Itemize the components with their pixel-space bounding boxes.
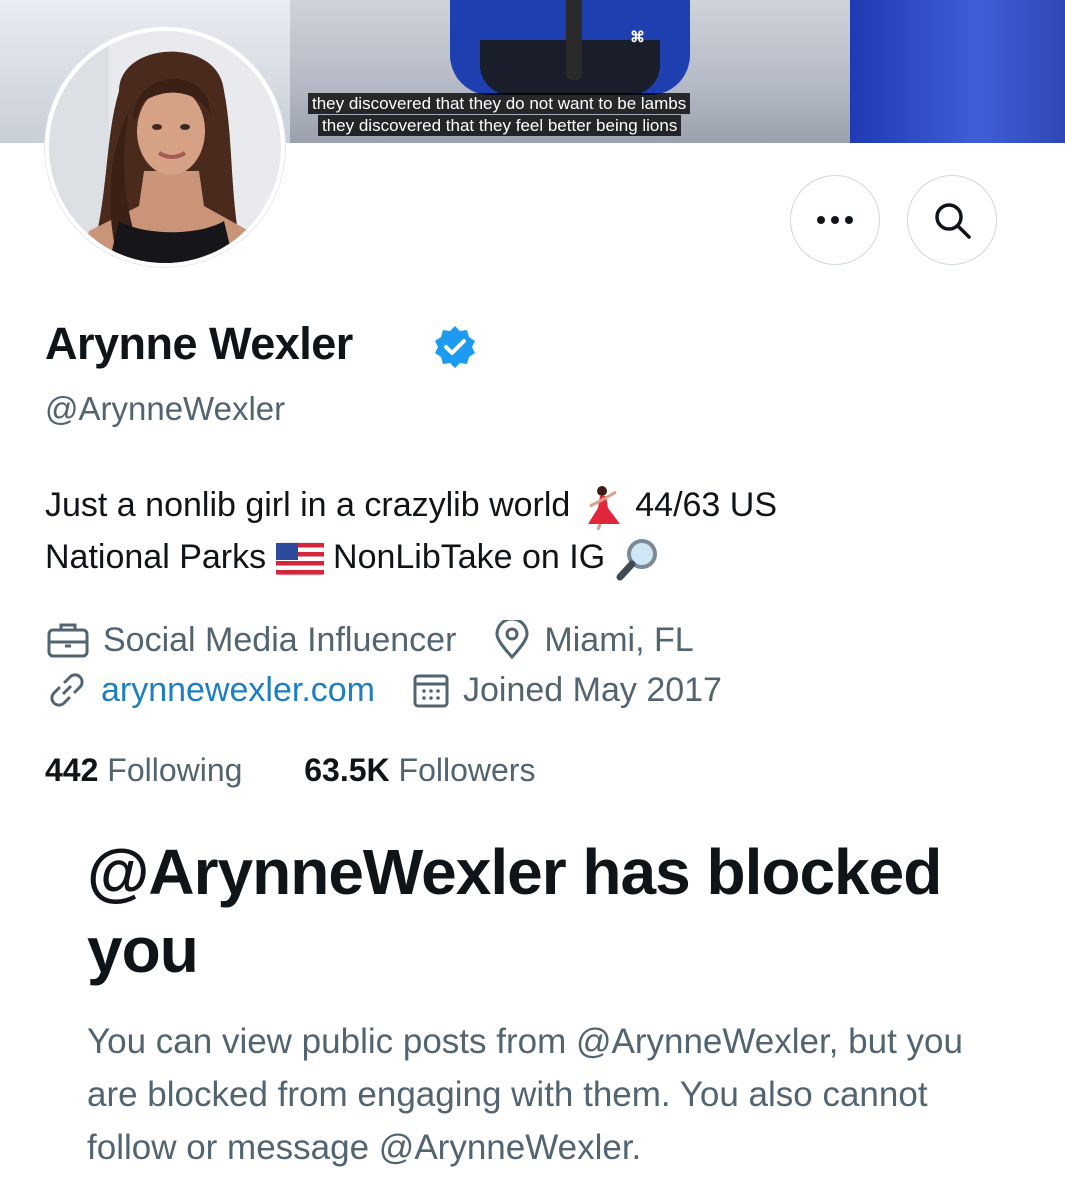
profile-category-text: Social Media Influencer xyxy=(103,620,457,659)
bio-line-1: Just a nonlib girl in a crazylib world 4… xyxy=(45,484,777,530)
banner-microphone xyxy=(566,0,582,80)
profile-meta-row-1: Social Media Influencer Miami, FL xyxy=(45,620,694,660)
bio-text: National Parks xyxy=(45,537,267,576)
followers-label: Followers xyxy=(398,752,536,788)
profile-meta-row-2: arynnewexler.com Joined May 2017 xyxy=(45,670,722,710)
profile-category: Social Media Influencer xyxy=(45,620,456,660)
more-horizontal-icon xyxy=(817,216,853,224)
profile-website-link[interactable]: arynnewexler.com xyxy=(101,671,375,710)
bio-text: 44/63 US xyxy=(635,485,778,524)
verified-badge-icon[interactable] xyxy=(431,323,479,371)
followers-count: 63.5K xyxy=(304,752,390,788)
bio-text: Just a nonlib girl in a crazylib world xyxy=(45,485,571,524)
us-flag-emoji-icon xyxy=(275,542,324,576)
followers-link[interactable]: 63.5K Followers xyxy=(304,752,535,788)
bio-text: NonLibTake on IG xyxy=(333,537,606,576)
profile-location: Miami, FL xyxy=(492,620,694,660)
blocked-notice-description: You can view public posts from @ArynneWe… xyxy=(87,1022,963,1167)
banner-caption-line-1: they discovered that they do not want to… xyxy=(308,93,691,114)
profile-handle: @ArynneWexler xyxy=(45,390,286,427)
location-pin-icon xyxy=(495,620,529,660)
display-name: Arynne Wexler xyxy=(45,318,353,369)
more-options-button[interactable] xyxy=(790,175,880,265)
avatar[interactable] xyxy=(45,27,285,267)
banner-right-panel xyxy=(850,0,1065,143)
dancer-emoji-icon xyxy=(587,486,620,530)
bio-line-2: National Parks NonLibTake on IG xyxy=(45,536,661,582)
profile-joined-text: Joined May 2017 xyxy=(463,670,722,709)
blocked-notice-title: @ArynneWexler has blocked you xyxy=(87,836,942,986)
briefcase-icon xyxy=(47,623,89,658)
avatar-photo xyxy=(49,31,281,263)
calendar-icon xyxy=(413,674,449,708)
search-icon xyxy=(935,203,971,239)
banner-brand-logo: ⌘ xyxy=(630,29,645,46)
profile-stats: 442 Following 63.5K Followers xyxy=(45,752,535,789)
magnifying-glass-emoji-icon xyxy=(616,539,657,581)
following-link[interactable]: 442 Following xyxy=(45,752,251,788)
profile-joined: Joined May 2017 xyxy=(411,670,722,710)
banner-caption-line-2: they discovered that they feel better be… xyxy=(318,115,682,136)
profile-website[interactable]: arynnewexler.com xyxy=(45,670,375,710)
profile-location-text: Miami, FL xyxy=(544,620,694,659)
following-count: 442 xyxy=(45,752,99,788)
following-label: Following xyxy=(107,752,243,788)
link-icon xyxy=(50,673,84,707)
search-profile-button[interactable] xyxy=(907,175,997,265)
